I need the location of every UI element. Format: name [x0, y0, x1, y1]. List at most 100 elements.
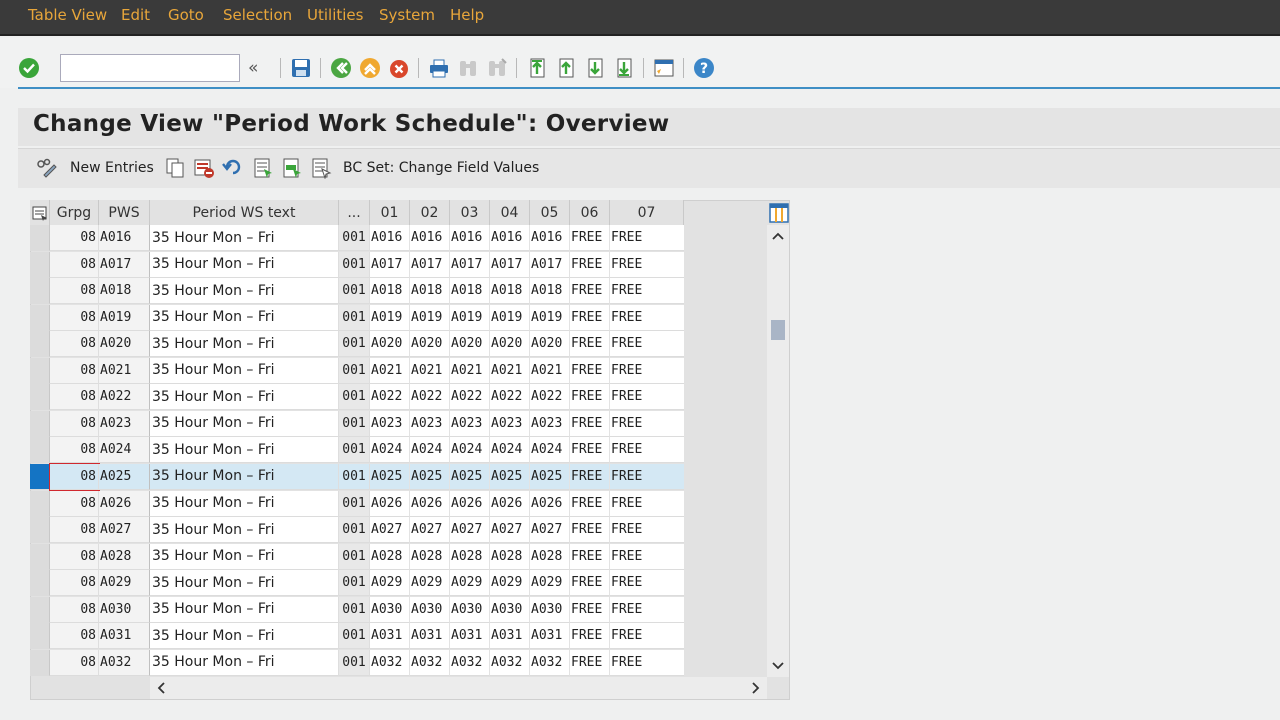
cell-grpg[interactable]: 08 — [50, 384, 99, 411]
cell-period-ws-text[interactable]: 35 Hour Mon – Fri — [150, 384, 339, 411]
cell-grpg[interactable]: 08 — [50, 331, 99, 358]
cell-sequence[interactable]: 001 — [339, 543, 370, 570]
col-header-grpg[interactable]: Grpg — [50, 200, 99, 225]
col-header-day-03[interactable]: 03 — [450, 200, 490, 225]
cell-pws[interactable]: A023 — [99, 410, 150, 437]
table-row[interactable]: 08 A022 35 Hour Mon – Fri 001 A022 A022 A022 A0… — [30, 384, 684, 411]
cell-day-04[interactable]: A032 — [490, 649, 530, 676]
scroll-up-icon[interactable] — [771, 229, 785, 243]
cell-day-03[interactable]: A023 — [450, 410, 490, 437]
cell-day-04[interactable]: A020 — [490, 331, 530, 358]
cell-day-06[interactable]: FREE — [570, 463, 610, 490]
cell-day-02[interactable]: A017 — [410, 251, 450, 278]
cell-day-06[interactable]: FREE — [570, 384, 610, 411]
deselect-all-icon[interactable] — [310, 157, 332, 179]
table-row[interactable]: 08 A024 35 Hour Mon – Fri 001 A024 A024 A024 A0… — [30, 437, 684, 464]
menu-system[interactable]: System — [379, 6, 435, 24]
cell-grpg[interactable]: 08 — [50, 543, 99, 570]
col-header-day-07[interactable]: 07 — [610, 200, 684, 225]
cell-sequence[interactable]: 001 — [339, 596, 370, 623]
cell-day-03[interactable]: A026 — [450, 490, 490, 517]
row-selector[interactable] — [30, 543, 50, 570]
cell-day-04[interactable]: A029 — [490, 570, 530, 597]
table-row[interactable]: 08 A031 35 Hour Mon – Fri 001 A031 A031 A031 A0… — [30, 623, 684, 650]
cell-day-05[interactable]: A026 — [530, 490, 570, 517]
cell-day-01[interactable]: A022 — [370, 384, 410, 411]
menu-help[interactable]: Help — [450, 6, 484, 24]
cell-day-04[interactable]: A026 — [490, 490, 530, 517]
cell-pws[interactable]: A030 — [99, 596, 150, 623]
table-row[interactable]: 08 A020 35 Hour Mon – Fri 001 A020 A020 A020 A0… — [30, 331, 684, 358]
cell-day-05[interactable]: A020 — [530, 331, 570, 358]
cell-day-06[interactable]: FREE — [570, 596, 610, 623]
table-row[interactable]: 08 A019 35 Hour Mon – Fri 001 A019 A019 A019 A0… — [30, 304, 684, 331]
cell-pws[interactable]: A031 — [99, 623, 150, 650]
cell-day-01[interactable]: A020 — [370, 331, 410, 358]
row-selector[interactable] — [30, 225, 50, 251]
cell-day-06[interactable]: FREE — [570, 225, 610, 251]
cell-day-01[interactable]: A019 — [370, 304, 410, 331]
menu-edit[interactable]: Edit — [121, 6, 150, 24]
cell-grpg[interactable]: 08 — [50, 410, 99, 437]
cell-sequence[interactable]: 001 — [339, 251, 370, 278]
cell-sequence[interactable]: 001 — [339, 463, 370, 490]
cell-period-ws-text[interactable]: 35 Hour Mon – Fri — [150, 251, 339, 278]
cell-day-01[interactable]: A016 — [370, 225, 410, 251]
cell-day-07[interactable]: FREE — [610, 543, 684, 570]
cell-day-03[interactable]: A029 — [450, 570, 490, 597]
cell-day-06[interactable]: FREE — [570, 517, 610, 544]
cell-sequence[interactable]: 001 — [339, 517, 370, 544]
vertical-scrollbar[interactable] — [767, 225, 789, 677]
row-selector[interactable] — [30, 251, 50, 278]
cell-day-04[interactable]: A016 — [490, 225, 530, 251]
cell-period-ws-text[interactable]: 35 Hour Mon – Fri — [150, 623, 339, 650]
cell-day-05[interactable]: A021 — [530, 357, 570, 384]
cell-pws[interactable]: A029 — [99, 570, 150, 597]
cell-period-ws-text[interactable]: 35 Hour Mon – Fri — [150, 357, 339, 384]
col-header-pws[interactable]: PWS — [99, 200, 150, 225]
cell-sequence[interactable]: 001 — [339, 623, 370, 650]
col-header-day-05[interactable]: 05 — [530, 200, 570, 225]
select-all-icon[interactable] — [252, 157, 274, 179]
table-row[interactable]: 08 A032 35 Hour Mon – Fri 001 A032 A032 A032 A0… — [30, 649, 684, 676]
cell-day-01[interactable]: A017 — [370, 251, 410, 278]
table-row[interactable]: 08 A016 35 Hour Mon – Fri 001 A016 A016 A016 A0… — [30, 225, 684, 251]
cell-day-03[interactable]: A019 — [450, 304, 490, 331]
cell-period-ws-text[interactable]: 35 Hour Mon – Fri — [150, 463, 339, 490]
enter-icon[interactable] — [18, 57, 40, 79]
cell-pws[interactable]: A021 — [99, 357, 150, 384]
cell-day-01[interactable]: A021 — [370, 357, 410, 384]
cell-grpg[interactable]: 08 — [49, 462, 100, 491]
select-block-icon[interactable] — [281, 157, 303, 179]
cell-sequence[interactable]: 001 — [339, 570, 370, 597]
cell-day-02[interactable]: A023 — [410, 410, 450, 437]
cell-day-01[interactable]: A032 — [370, 649, 410, 676]
find-icon[interactable] — [457, 57, 479, 79]
cell-day-05[interactable]: A022 — [530, 384, 570, 411]
previous-page-icon[interactable] — [555, 57, 577, 79]
cell-day-02[interactable]: A024 — [410, 437, 450, 464]
cell-day-04[interactable]: A022 — [490, 384, 530, 411]
cell-day-03[interactable]: A028 — [450, 543, 490, 570]
cell-day-03[interactable]: A018 — [450, 278, 490, 305]
table-settings-icon[interactable] — [30, 200, 50, 225]
cell-day-07[interactable]: FREE — [610, 331, 684, 358]
cell-grpg[interactable]: 08 — [50, 278, 99, 305]
cell-day-03[interactable]: A032 — [450, 649, 490, 676]
cell-sequence[interactable]: 001 — [339, 225, 370, 251]
cell-pws[interactable]: A016 — [99, 225, 150, 251]
expand-command-button[interactable]: « — [248, 58, 258, 78]
cell-pws[interactable]: A022 — [99, 384, 150, 411]
cell-day-05[interactable]: A031 — [530, 623, 570, 650]
col-header-period-ws-text[interactable]: Period WS text — [150, 200, 339, 225]
cell-day-04[interactable]: A027 — [490, 517, 530, 544]
cell-day-05[interactable]: A016 — [530, 225, 570, 251]
cell-day-07[interactable]: FREE — [610, 517, 684, 544]
cell-day-06[interactable]: FREE — [570, 570, 610, 597]
cell-day-05[interactable]: A017 — [530, 251, 570, 278]
table-row[interactable]: 08 A023 35 Hour Mon – Fri 001 A023 A023 A023 A0… — [30, 410, 684, 437]
undo-change-icon[interactable] — [222, 157, 244, 179]
new-entries-button[interactable]: New Entries — [35, 157, 154, 179]
row-selector[interactable] — [30, 596, 50, 623]
cell-day-02[interactable]: A026 — [410, 490, 450, 517]
